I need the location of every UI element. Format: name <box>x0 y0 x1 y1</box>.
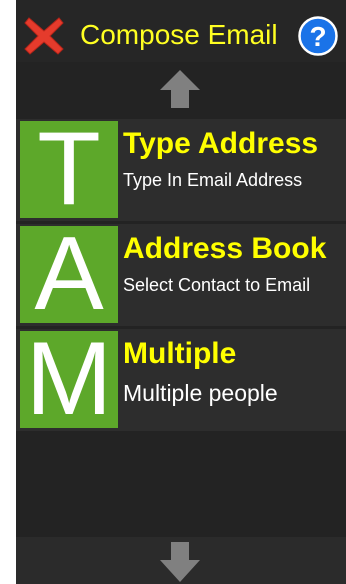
header-bar: Compose Email ? <box>16 0 346 62</box>
option-title: Multiple <box>123 337 237 370</box>
option-letter-tile: T <box>20 117 118 221</box>
option-subtitle: Select Contact to Email <box>123 275 311 295</box>
close-icon[interactable] <box>23 15 65 57</box>
option-subtitle: Type In Email Address <box>123 170 303 190</box>
down-arrow-icon[interactable] <box>158 542 202 584</box>
option-title: Address Book <box>123 232 327 265</box>
option-type-address[interactable]: T Type Address Type In Email Address <box>16 117 346 221</box>
up-arrow-icon[interactable] <box>158 68 202 110</box>
option-letter-tile: M <box>20 327 118 431</box>
option-subtitle: Multiple people <box>123 380 278 406</box>
option-multiple[interactable]: M Multiple Multiple people <box>16 327 346 431</box>
option-title: Type Address <box>123 127 319 160</box>
svg-text:?: ? <box>309 21 326 52</box>
compose-email-screen: Compose Email ? T Type Address Type In E… <box>16 0 346 584</box>
option-letter-tile: A <box>20 222 118 326</box>
option-address-book[interactable]: A Address Book Select Contact to Email <box>16 222 346 326</box>
help-icon[interactable]: ? <box>298 16 338 56</box>
page-title: Compose Email <box>80 19 278 50</box>
